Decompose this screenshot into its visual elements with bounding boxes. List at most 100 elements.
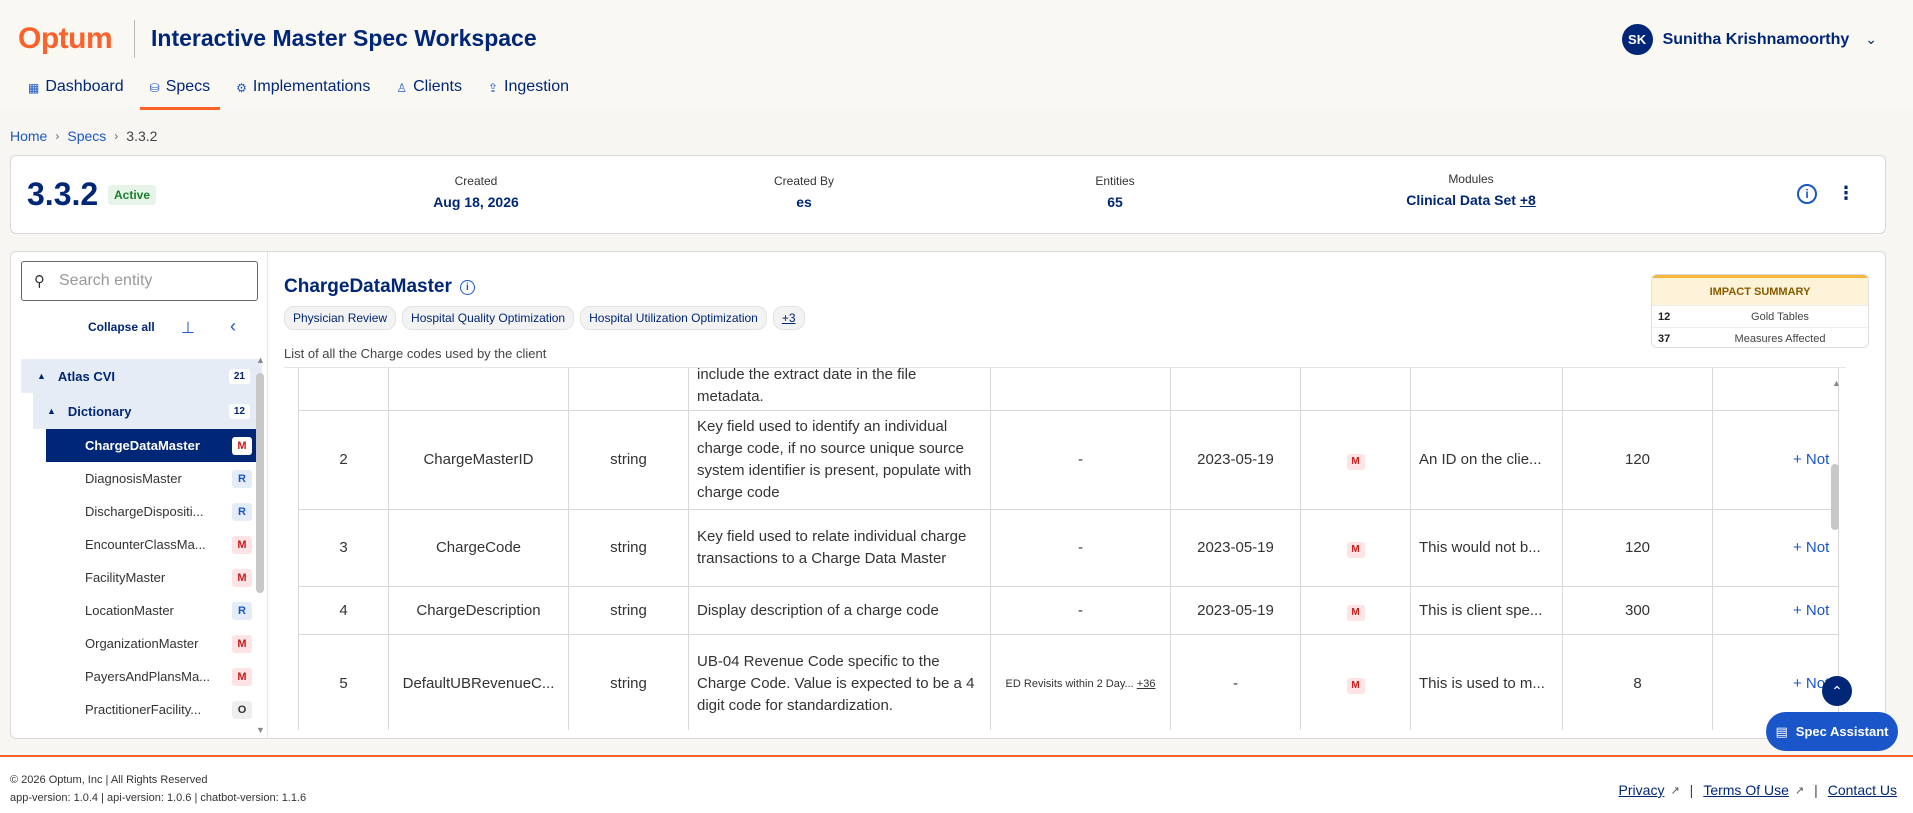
database-icon: ⛁ — [149, 81, 160, 95]
table-cell — [568, 368, 689, 411]
divider: | — [1814, 782, 1818, 798]
field-example: An ID on the clie... — [1410, 410, 1563, 510]
meta-created-by: Created By es — [749, 174, 859, 210]
nav-clients[interactable]: ♙ Clients — [386, 72, 472, 110]
meta-value: es — [796, 194, 812, 210]
measures-more-link[interactable]: +36 — [1137, 678, 1156, 690]
field-requirement: M — [1300, 509, 1411, 587]
nav-specs[interactable]: ⛁ Specs — [139, 72, 221, 110]
tree-item[interactable]: PayersAndPlansMa... M — [46, 660, 262, 693]
tags-more-button[interactable]: +3 — [772, 306, 805, 330]
scroll-thumb[interactable] — [1831, 464, 1839, 530]
privacy-link[interactable]: Privacy — [1619, 782, 1665, 798]
caret-up-icon: ▲ — [47, 406, 56, 416]
tree-group-atlas-cvi[interactable]: ▲ Atlas CVI 21 — [21, 359, 262, 393]
field-date: 2023-05-19 — [1170, 509, 1301, 587]
nav-label: Implementations — [252, 78, 371, 95]
tree-item[interactable]: OrganizationMaster M — [46, 627, 262, 660]
nav-implementations[interactable]: ⚙ Implementations — [226, 72, 380, 110]
add-notes-button[interactable]: + Not — [1712, 586, 1839, 635]
breadcrumb: Home › Specs › 3.3.2 — [10, 128, 157, 144]
tree-item[interactable]: ChargeDataMaster M — [46, 429, 262, 462]
chevron-right-icon: › — [114, 129, 119, 143]
impact-summary: IMPACT SUMMARY 12 Gold Tables 37 Measure… — [1651, 274, 1869, 348]
gear-icon: ⚙ — [236, 81, 247, 95]
collapse-all-button[interactable]: Collapse all — [88, 320, 155, 334]
add-notes-button[interactable]: + Not — [1712, 509, 1839, 587]
impact-summary-title: IMPACT SUMMARY — [1652, 275, 1868, 305]
sidebar-tools: Collapse all ⊥ ‹ — [11, 316, 268, 338]
scroll-down-icon[interactable]: ▼ — [256, 725, 265, 735]
field-type: string — [568, 509, 689, 587]
nav-dashboard[interactable]: ▦ Dashboard — [18, 72, 134, 110]
field-number: 2 — [298, 410, 389, 510]
tag-chip: Physician Review — [284, 306, 397, 330]
requirement-badge: M — [1346, 454, 1365, 470]
field-date: - — [1170, 634, 1301, 730]
field-requirement: M — [1300, 586, 1411, 635]
spec-summary-card: 3.3.2 Active Created Aug 18, 2026 Create… — [10, 155, 1886, 234]
caret-up-icon: ▲ — [37, 371, 46, 381]
entity-name: ChargeDataMaster — [284, 276, 452, 297]
table-cell — [1170, 368, 1301, 411]
field-date: 2023-05-19 — [1170, 410, 1301, 510]
field-table: include the extract date in the file met… — [298, 368, 1839, 730]
contact-link[interactable]: Contact Us — [1828, 782, 1897, 798]
tree-item[interactable]: LocationMaster R — [46, 594, 262, 627]
modules-more-link[interactable]: +8 — [1520, 192, 1536, 208]
requirement-badge: R — [232, 469, 252, 488]
scroll-up-icon[interactable]: ▲ — [1832, 378, 1841, 388]
footer-links: Privacy ↗ | Terms Of Use ↗ | Contact Us — [1619, 782, 1897, 798]
scroll-thumb[interactable] — [256, 373, 264, 593]
table-row[interactable]: 5 DefaultUBRevenueC... string UB-04 Reve… — [298, 634, 1839, 730]
field-length: 8 — [1562, 634, 1713, 730]
terms-link[interactable]: Terms Of Use — [1703, 782, 1789, 798]
scroll-up-icon[interactable]: ▲ — [256, 355, 265, 365]
more-options-icon[interactable]: ⋮ — [1837, 183, 1855, 204]
field-measures: - — [990, 586, 1171, 635]
table-row[interactable]: 2 ChargeMasterID string Key field used t… — [298, 410, 1839, 510]
pin-icon[interactable]: ⊥ — [181, 318, 195, 338]
tree-item[interactable]: FacilityMaster M — [46, 561, 262, 594]
add-notes-button[interactable]: + Not — [1712, 410, 1839, 510]
field-description: Key field used to identify an individual… — [688, 410, 991, 510]
tree-item[interactable]: DischargeDispositi... R — [46, 495, 262, 528]
requirement-badge: M — [1346, 604, 1365, 621]
user-menu[interactable]: SK Sunitha Krishnamoorthy ⌄ — [1621, 24, 1877, 55]
table-row[interactable]: include the extract date in the file met… — [298, 368, 1839, 411]
field-length: 120 — [1562, 410, 1713, 510]
breadcrumb-specs[interactable]: Specs — [67, 128, 106, 144]
search-icon: ⚲ — [34, 273, 45, 290]
search-input[interactable] — [59, 272, 239, 290]
breadcrumb-home[interactable]: Home — [10, 128, 47, 144]
sidebar-scrollbar[interactable]: ▲ ▼ — [254, 355, 266, 737]
meta-label: Modules — [1448, 172, 1494, 186]
nav-ingestion[interactable]: ⇪ Ingestion — [478, 72, 579, 110]
tree-group-dictionary[interactable]: ▲ Dictionary 12 — [33, 393, 262, 429]
spec-assistant-button[interactable]: ▤ Spec Assistant — [1766, 712, 1898, 751]
scroll-to-top-button[interactable]: ⌃ — [1822, 676, 1852, 706]
field-type: string — [568, 586, 689, 635]
tree-item[interactable]: DiagnosisMaster R — [46, 462, 262, 495]
info-icon[interactable]: i — [459, 279, 475, 295]
tree-item-label: ChargeDataMaster — [85, 438, 200, 453]
info-icon[interactable]: i — [1797, 184, 1817, 204]
impact-row: 12 Gold Tables — [1652, 305, 1868, 327]
nav-label: Specs — [165, 78, 211, 95]
table-cell — [1562, 368, 1713, 411]
tree-item-label: FacilityMaster — [85, 570, 166, 585]
tree-item[interactable]: EncounterClassMa... M — [46, 528, 262, 561]
table-row[interactable]: 3 ChargeCode string Key field used to re… — [298, 509, 1839, 587]
table-row[interactable]: 4 ChargeDescription string Display descr… — [298, 586, 1839, 635]
requirement-badge: R — [232, 601, 252, 620]
field-type: string — [568, 634, 689, 730]
optum-logo[interactable]: Optum — [18, 22, 113, 56]
requirement-badge: M — [232, 436, 252, 455]
chevron-left-icon[interactable]: ‹ — [230, 316, 236, 337]
chevron-right-icon: › — [55, 129, 60, 143]
field-requirement: M — [1300, 410, 1411, 510]
meta-value: 65 — [1107, 194, 1123, 210]
tree-item-label: DiagnosisMaster — [85, 471, 182, 486]
tree-item[interactable]: PractitionerFacility... O — [46, 693, 262, 726]
meta-value: Clinical Data Set +8 — [1361, 192, 1581, 208]
